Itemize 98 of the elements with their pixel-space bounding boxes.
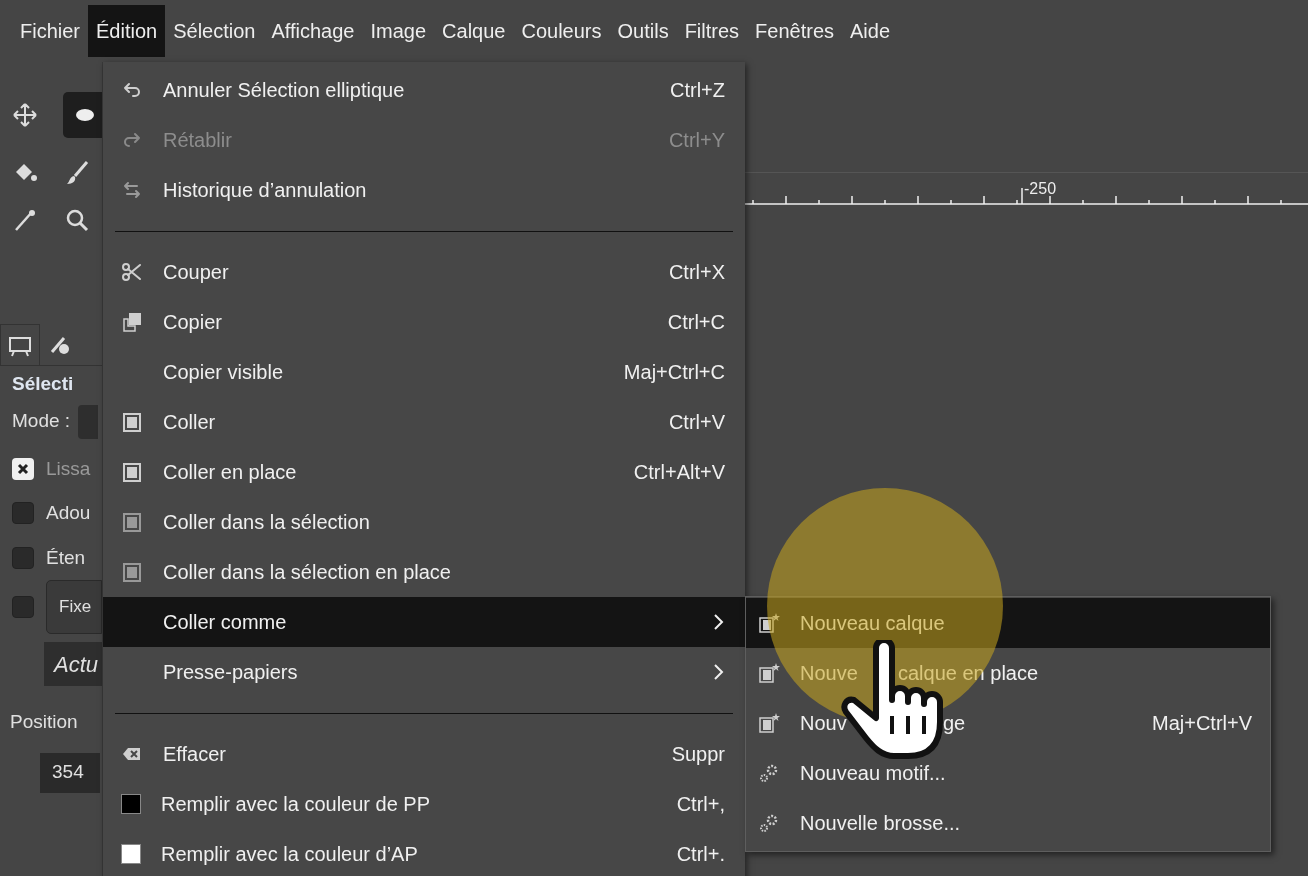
gears-icon xyxy=(758,762,780,784)
shortcut-label: Maj+Ctrl+C xyxy=(623,360,725,385)
checkbox[interactable] xyxy=(12,457,34,480)
menu-item[interactable]: Presse-papiers xyxy=(103,647,745,697)
menu-item-label: calque en place xyxy=(898,661,1039,686)
menu-item[interactable]: Coller dans la sélection en place xyxy=(103,547,745,597)
menu-item-label: Coller comme xyxy=(163,610,288,635)
menu-item-label: Presse-papiers xyxy=(163,660,299,685)
option-label: Adou xyxy=(46,501,91,525)
menu-bar-item[interactable]: Filtres xyxy=(676,5,748,57)
monitor-icon xyxy=(8,334,32,357)
move-tool-icon[interactable] xyxy=(12,102,38,128)
clipboard-icon xyxy=(121,411,143,433)
menu-bar-item[interactable]: Affichage xyxy=(263,5,363,57)
menu-item[interactable]: Nouv ge Maj+Ctrl+V xyxy=(746,698,1270,748)
menu-item-label: Effacer xyxy=(163,742,227,767)
value-field[interactable]: Actu xyxy=(44,642,102,686)
shortcut-label: Ctrl+V xyxy=(668,410,725,435)
menu-item[interactable]: Copier visible Maj+Ctrl+C xyxy=(103,347,745,397)
menu-item-label: Historique d’annulation xyxy=(163,178,368,203)
shortcut-label: Ctrl+Z xyxy=(670,78,725,103)
shortcut-label: Ctrl+Y xyxy=(668,128,725,153)
shortcut-label: Ctrl+C xyxy=(667,310,725,335)
menu-bar-item[interactable]: Sélection xyxy=(165,5,264,57)
menu-bar-item[interactable]: Couleurs xyxy=(513,5,610,57)
menu-item-label: Coller dans la sélection en place xyxy=(163,560,452,585)
menu-bar-item[interactable]: Aide xyxy=(842,5,899,57)
gears-icon xyxy=(758,812,780,834)
position-label: Position xyxy=(10,710,79,734)
menu-item-label: Nouvelle brosse... xyxy=(800,811,961,836)
shortcut-label: Ctrl+. xyxy=(676,842,725,867)
menu-item[interactable]: Effacer Suppr xyxy=(103,729,745,779)
menu-bar-item[interactable]: Édition xyxy=(88,5,166,57)
cross-icon xyxy=(17,462,29,475)
menu-item[interactable]: Coller dans la sélection xyxy=(103,497,745,547)
menu-bar-item[interactable]: Outils xyxy=(609,5,677,57)
menu-item-label: Coller dans la sélection xyxy=(163,510,371,535)
shortcut-label: Ctrl+, xyxy=(676,792,725,817)
menu-item-label: Rétablir xyxy=(163,128,233,153)
history-icon xyxy=(121,179,143,201)
pencil-dot-icon xyxy=(48,334,72,356)
paste-layer-icon xyxy=(758,612,780,634)
checkbox[interactable] xyxy=(12,546,34,569)
menu-item[interactable]: Copier Ctrl+C xyxy=(103,297,745,347)
clipboard-icon xyxy=(121,561,143,583)
paste-layer-icon xyxy=(758,662,780,684)
tool-options-title: Sélecti xyxy=(12,372,75,396)
fixed-dropdown[interactable]: Fixe xyxy=(46,580,102,634)
copy-icon xyxy=(121,311,143,333)
tool-options-tab[interactable] xyxy=(0,324,40,366)
scissors-icon xyxy=(121,261,143,283)
menu-item-label: Nouveau calque xyxy=(800,611,945,636)
menu-item-label: Annuler Sélection elliptique xyxy=(163,78,406,103)
menu-item-label: Nouv xyxy=(800,711,847,736)
menu-item-label: Remplir avec la couleur d’AP xyxy=(161,842,419,867)
menu-item-label: Copier xyxy=(163,310,223,335)
menu-item-label: Coller xyxy=(163,410,217,435)
menu-item[interactable]: Nouveau motif... xyxy=(746,748,1270,798)
menu-item[interactable]: Annuler Sélection elliptique Ctrl+Z xyxy=(103,65,745,115)
menu-item[interactable]: Historique d’annulation xyxy=(103,165,745,215)
menu-item[interactable]: Coller en place Ctrl+Alt+V xyxy=(103,447,745,497)
paintbrush-tool-icon[interactable] xyxy=(64,160,91,186)
menu-item-label: Couper xyxy=(163,260,230,285)
shortcut-label: Ctrl+Alt+V xyxy=(633,460,725,485)
option-label: Éten xyxy=(46,545,86,570)
mode-label: Mode : xyxy=(12,409,71,434)
paste-layer-icon xyxy=(758,712,780,734)
shortcut-label: Suppr xyxy=(671,742,725,767)
menu-item-label: Coller en place xyxy=(163,460,298,485)
shortcut-label: Maj+Ctrl+V xyxy=(1151,711,1252,736)
menu-item[interactable]: Couper Ctrl+X xyxy=(103,247,745,297)
menu-item[interactable]: Coller Ctrl+V xyxy=(103,397,745,447)
ellipse-icon xyxy=(73,107,96,123)
menu-item-label: Nouveau motif... xyxy=(800,761,946,786)
menu-item[interactable]: Remplir avec la couleur de PP Ctrl+, xyxy=(103,779,745,829)
zoom-tool-icon[interactable] xyxy=(64,208,91,234)
clipboard-icon xyxy=(121,461,143,483)
menu-bar-item[interactable]: Fichier xyxy=(12,5,88,57)
chevron-right-icon xyxy=(713,663,725,681)
checkbox[interactable] xyxy=(12,596,34,618)
menu-bar-item[interactable]: Fenêtres xyxy=(747,5,843,57)
ruler-label: -250 xyxy=(1024,179,1057,199)
menu-item-label: ge xyxy=(943,711,966,736)
menu-bar-item[interactable]: Calque xyxy=(434,5,514,57)
menu-item[interactable]: Remplir avec la couleur d’AP Ctrl+. xyxy=(103,829,745,876)
clipboard-icon xyxy=(121,511,143,533)
shortcut-label: Ctrl+X xyxy=(668,260,725,285)
menu-item[interactable]: Coller comme xyxy=(103,597,745,647)
checkbox[interactable] xyxy=(12,502,34,525)
chevron-right-icon xyxy=(713,613,725,631)
ellipse-select-tool[interactable] xyxy=(62,92,102,138)
menu-bar-item[interactable]: Image xyxy=(362,5,435,57)
position-x-field[interactable]: 354 xyxy=(40,752,100,793)
menu-item[interactable]: Nouvelle brosse... xyxy=(746,798,1270,848)
menu-item-label: Remplir avec la couleur de PP xyxy=(161,792,431,817)
menu-item-label: Copier visible xyxy=(163,360,285,385)
menu-item-label: Nouve xyxy=(800,661,858,686)
option-label: Lissa xyxy=(46,456,91,481)
